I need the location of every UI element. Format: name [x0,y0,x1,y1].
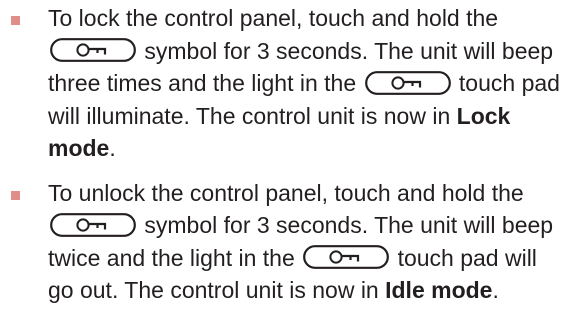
idle-mode-label: Idle mode [385,277,493,303]
lock-text-end: . [109,135,116,161]
instruction-list: To lock the control panel, touch and hol… [0,0,566,307]
key-icon [303,245,390,270]
key-icon [364,71,451,95]
key-icon [50,38,136,63]
unlock-text-end: . [492,277,499,303]
bullet-marker [11,190,20,200]
lock-text-1: To lock the control panel, touch and hol… [48,5,499,31]
lock-instruction: To lock the control panel, touch and hol… [0,0,566,165]
unlock-instruction: To unlock the control panel, touch and h… [0,177,566,307]
unlock-text-1: To unlock the control panel, touch and h… [48,179,524,206]
bullet-marker [11,16,20,25]
key-icon [50,213,136,237]
